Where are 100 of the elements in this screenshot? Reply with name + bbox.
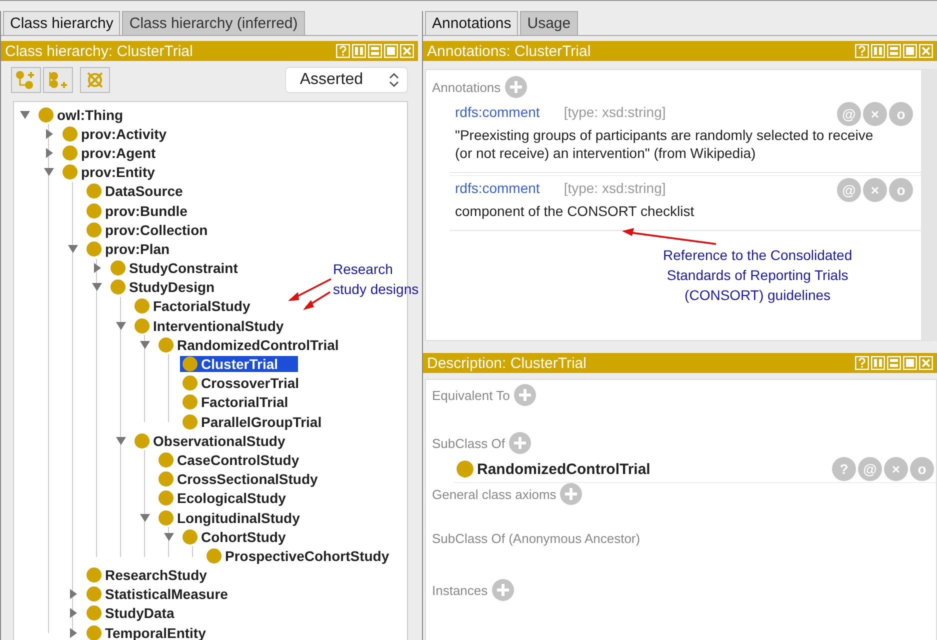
class-icon [86, 624, 102, 640]
tree-item[interactable]: InterventionalStudy [132, 318, 304, 334]
tree-item[interactable]: prov:Bundle [84, 202, 208, 219]
tree-item[interactable]: LongitudinalStudy [156, 510, 320, 526]
class-icon [86, 222, 102, 238]
add-button[interactable] [504, 76, 527, 98]
class-icon [182, 356, 198, 372]
class-icon [86, 183, 102, 200]
class-icon [86, 202, 102, 219]
help-icon[interactable] [855, 44, 869, 58]
callout-text: Research study designs [333, 260, 419, 299]
tree-item[interactable]: CaseControlStudy [156, 452, 320, 468]
tab[interactable]: Class hierarchy (inferred) [122, 11, 305, 35]
minimize-icon[interactable] [368, 44, 382, 58]
tab[interactable]: Annotations [425, 11, 518, 35]
tree-item[interactable]: RandomizedControlTrial [156, 336, 359, 353]
add-sibling-icon [47, 70, 69, 90]
tree-item[interactable]: prov:Plan [84, 240, 190, 257]
section-label: Annotations [432, 80, 501, 94]
close-icon[interactable] [400, 44, 414, 58]
close-icon[interactable] [919, 44, 933, 58]
view-dropdown[interactable]: Asserted [284, 67, 408, 93]
tree-item[interactable]: prov:Agent [60, 144, 176, 161]
class-icon [62, 144, 78, 161]
class-icon [86, 586, 102, 602]
class-icon [158, 336, 174, 353]
panel-title: Description: ClusterTrial [427, 354, 586, 372]
class-icon [110, 260, 126, 276]
add-sibling-button[interactable] [43, 67, 73, 93]
split-icon[interactable] [871, 44, 885, 58]
add-button[interactable] [492, 579, 514, 601]
help-icon[interactable] [855, 356, 869, 370]
class-icon [86, 605, 102, 622]
tree-item[interactable]: ObservationalStudy [132, 432, 306, 449]
class-icon [38, 106, 54, 123]
type-label: [type: xsd:string] [564, 104, 666, 120]
callout-text: Reference to the Consolidated Standards of Reporting Trials (CONSORT) guidelines [663, 246, 852, 305]
tree-item[interactable]: FactorialStudy [132, 298, 270, 314]
class-icon [62, 126, 78, 142]
tab[interactable]: Class hierarchy [3, 11, 120, 35]
help-icon[interactable] [336, 44, 350, 58]
maximize-icon[interactable] [903, 356, 917, 370]
section-label: SubClass Of (Anonymous Ancestor) [432, 531, 640, 546]
close-icon[interactable] [919, 356, 933, 370]
add-subclass-button[interactable] [11, 67, 41, 93]
class-icon [182, 414, 198, 430]
section-label: General class axioms [432, 486, 556, 502]
tree-item[interactable]: CrossoverTrial [180, 375, 320, 392]
tree-item[interactable]: StatisticalMeasure [84, 586, 248, 602]
minimize-icon[interactable] [887, 44, 901, 58]
tree-item[interactable]: ProspectiveCohortStudy [204, 548, 407, 564]
tree-item[interactable]: ClusterTrial [180, 356, 298, 372]
maximize-icon[interactable] [903, 44, 917, 58]
delete-icon [85, 70, 105, 90]
tree-item[interactable]: ParallelGroupTrial [180, 414, 342, 430]
class-icon [86, 567, 102, 584]
tree-item[interactable]: EcologicalStudy [156, 490, 306, 506]
class-icon [158, 452, 174, 468]
split-icon[interactable] [352, 44, 366, 58]
class-icon [206, 548, 222, 564]
tree-item[interactable]: ResearchStudy [84, 567, 227, 584]
tree-item[interactable]: DataSource [84, 183, 203, 200]
tree-item[interactable]: StudyData [84, 605, 194, 622]
tab[interactable]: Usage [520, 11, 578, 35]
class-icon [456, 460, 474, 478]
panel-title: Annotations: ClusterTrial [427, 42, 591, 60]
class-icon [134, 318, 150, 334]
tree-item[interactable]: owl:Thing [36, 106, 144, 123]
add-subclass-icon [15, 70, 37, 90]
section-label: Instances [432, 582, 488, 598]
class-icon [158, 510, 174, 526]
class-icon [62, 164, 78, 180]
maximize-icon[interactable] [384, 44, 398, 58]
class-icon [110, 279, 126, 296]
minimize-icon[interactable] [887, 356, 901, 370]
class-item[interactable]: RandomizedControlTrial [454, 460, 670, 478]
section-label: SubClass Of [432, 436, 505, 450]
property-link[interactable]: rdfs:comment [455, 180, 540, 196]
tree-item[interactable]: CohortStudy [180, 528, 306, 545]
updown-icon [389, 72, 399, 88]
add-button[interactable] [508, 432, 531, 454]
class-icon [182, 528, 198, 545]
class-icon [182, 375, 198, 392]
tree-item[interactable]: prov:Entity [60, 164, 175, 180]
tree-item[interactable]: CrossSectionalStudy [156, 471, 338, 488]
tree-item[interactable]: prov:Activity [60, 126, 187, 142]
class-icon [86, 240, 102, 257]
add-button[interactable] [560, 483, 582, 505]
tree-item[interactable]: prov:Collection [84, 222, 228, 238]
tree-item[interactable]: StudyConstraint [108, 260, 258, 276]
class-icon [134, 432, 150, 449]
delete-class-button[interactable] [80, 67, 110, 93]
property-link[interactable]: rdfs:comment [455, 104, 540, 120]
annotation-value: component of the CONSORT checklist [455, 202, 696, 220]
tree-item[interactable]: FactorialTrial [180, 394, 308, 410]
split-icon[interactable] [871, 356, 885, 370]
class-icon [158, 490, 174, 506]
tree-item[interactable]: StudyDesign [108, 279, 235, 296]
annotation-value: "Preexisting groups of participants are randomly selected to receive (or not receive) an intervention" (from Wikipedia) [455, 126, 874, 162]
add-button[interactable] [514, 384, 536, 406]
